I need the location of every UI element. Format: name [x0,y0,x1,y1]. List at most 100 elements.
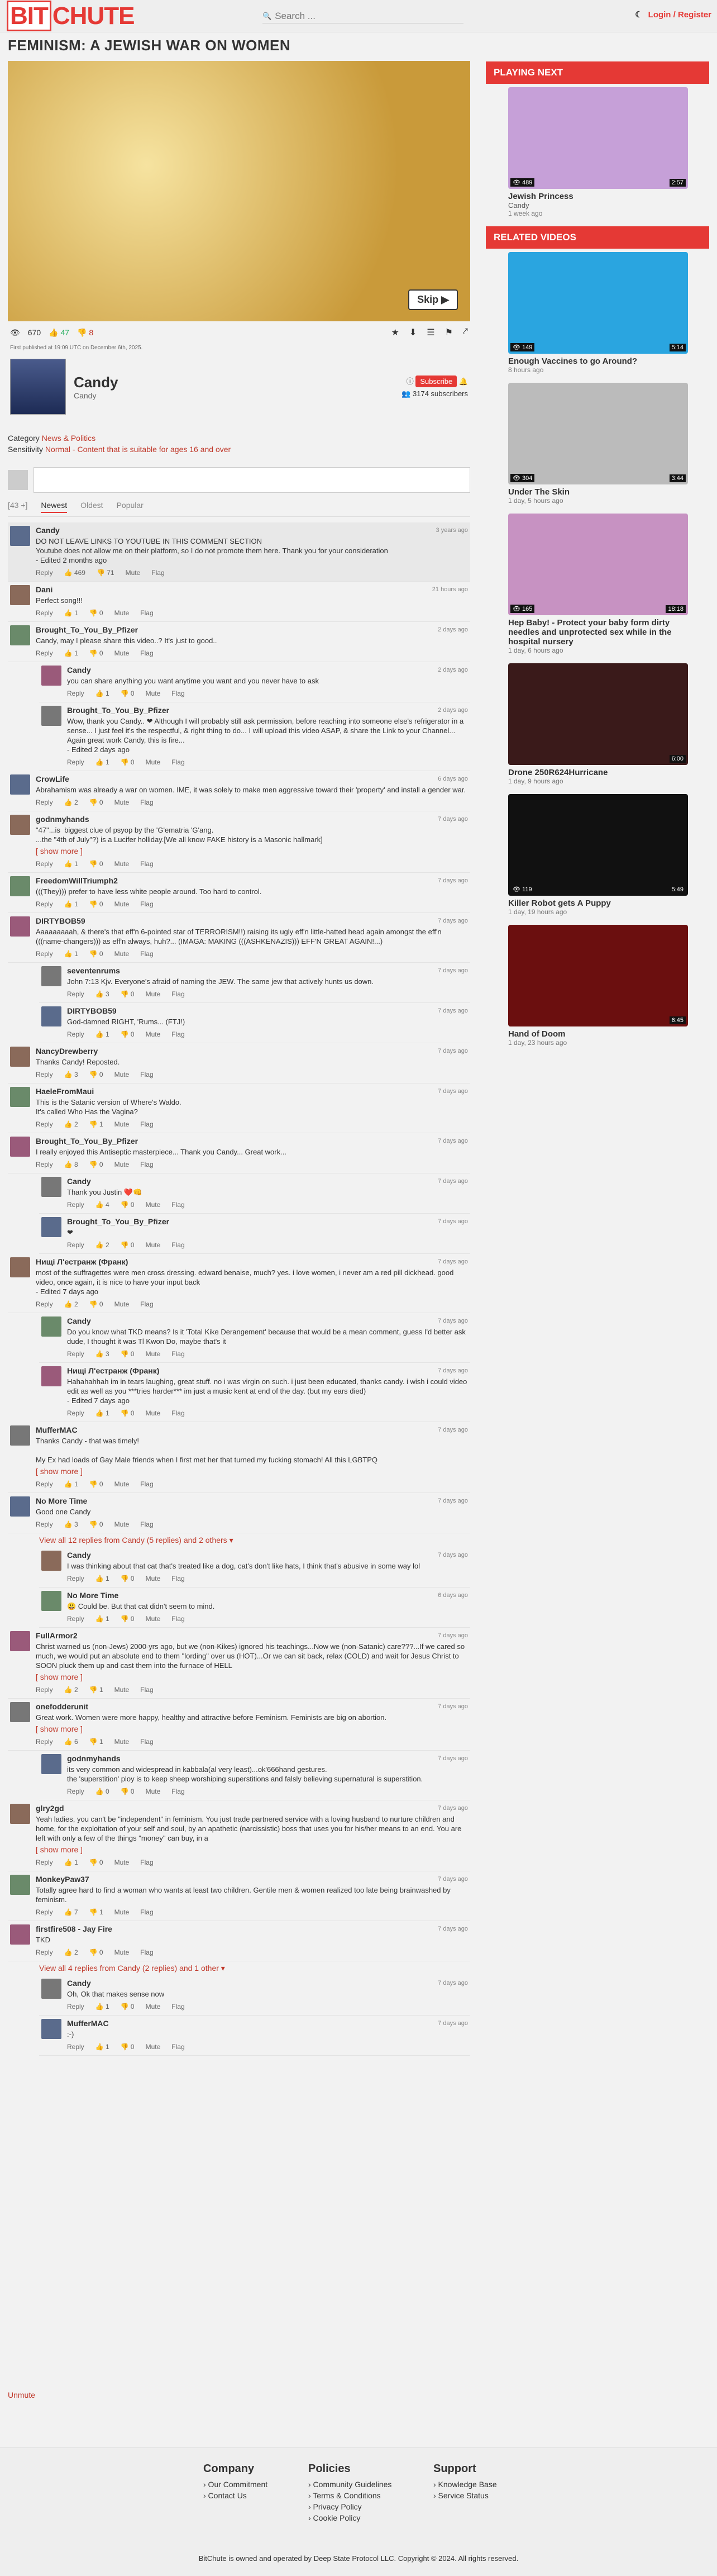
mute-button[interactable]: Mute [114,1120,130,1129]
comment[interactable]: MufferMAC 7 days ago:-) Reply 👍 1 👎 0 Mute Fla… [39,2016,470,2056]
comment[interactable]: FullArmor2 7 days ago Christ warned us (no… [8,1628,470,1699]
commenter-name[interactable]: Candy [67,1316,91,1326]
commenter-name[interactable]: Candy [67,1177,91,1186]
moon-icon[interactable]: ☾ [635,9,642,20]
downvote-button[interactable]: 👎 0 [89,1300,103,1309]
upvote-button[interactable]: 👍 1 [95,2002,109,2012]
share-icon[interactable]: ⤤ [463,327,468,338]
video-thumbnail[interactable]: 👁 149 5:14 [508,252,688,354]
downvote-button[interactable]: 👎 0 [89,1160,103,1170]
mute-button[interactable]: Mute [114,798,130,807]
flag-button[interactable]: Flag [171,1614,184,1624]
commenter-avatar[interactable] [10,1804,30,1824]
view-all-replies-link[interactable]: View all 4 replies from Candy (2 replies… [39,1964,470,1973]
downvote-button[interactable]: 👎 0 [121,1349,135,1359]
flag-button[interactable]: Flag [140,1520,153,1529]
comment-input[interactable] [34,467,470,493]
sort-popular[interactable]: Popular [117,501,144,513]
commenter-name[interactable]: firstfire508 - Jay Fire [36,1924,112,1934]
downvote-button[interactable]: 👎 0 [121,1409,135,1418]
upvote-button[interactable]: 👍 7 [64,1908,78,1917]
mute-button[interactable]: Mute [146,758,161,767]
downvote-button[interactable]: 👎 0 [121,1241,135,1250]
video-title[interactable]: Killer Robot gets A Puppy [508,899,688,908]
commenter-avatar[interactable] [10,1702,30,1722]
commenter-name[interactable]: godnmyhands [67,1754,121,1764]
commenter-name[interactable]: CrowLife [36,774,69,784]
downvote-button[interactable]: 👎 0 [121,990,135,999]
flag-button[interactable]: Flag [140,1858,153,1867]
favorite-icon[interactable]: ★ [391,327,399,338]
commenter-name[interactable]: HaeleFromMaui [36,1087,94,1096]
view-all-replies-link[interactable]: View all 12 replies from Candy (5 replie… [39,1536,470,1545]
upvote-button[interactable]: 👍 3 [95,990,109,999]
commenter-name[interactable]: Brought_To_You_By_Pfizer [36,625,138,635]
video-title[interactable]: Hand of Doom [508,1029,688,1039]
flag-button[interactable]: Flag [171,1030,184,1039]
mute-button[interactable]: Mute [114,949,130,959]
flag-button[interactable]: Flag [171,1349,184,1359]
upvote-button[interactable]: 👍 1 [64,859,78,869]
commenter-name[interactable]: DIRTYBOB59 [36,916,85,926]
commenter-name[interactable]: NancyDrewberry [36,1047,98,1056]
video-thumbnail[interactable]: 👁 489 2:57 [508,87,688,189]
reply-button[interactable]: Reply [36,1858,53,1867]
sort-newest[interactable]: Newest [41,501,68,513]
upvote-button[interactable]: 👍 1 [64,649,78,658]
mute-button[interactable]: Mute [146,1787,161,1796]
mute-button[interactable]: Mute [146,1614,161,1624]
sort-oldest[interactable]: Oldest [80,501,103,513]
upvote-button[interactable]: 👍 6 [64,1737,78,1747]
comment[interactable]: Нищі Л'естранж (Франк) 7 days ago most of … [8,1254,470,1313]
commenter-name[interactable]: No More Time [67,1591,118,1600]
commenter-avatar[interactable] [41,1979,61,1999]
reply-button[interactable]: Reply [36,649,53,658]
commenter-avatar[interactable] [10,526,30,546]
mute-button[interactable]: Mute [114,1737,130,1747]
commenter-avatar[interactable] [41,1591,61,1611]
flag-button[interactable]: Flag [140,1948,153,1957]
mute-button[interactable]: Mute [146,1030,161,1039]
flag-button[interactable]: Flag [171,990,184,999]
footer-link[interactable]: › Service Status [433,2490,497,2501]
mute-button[interactable]: Mute [114,1300,130,1309]
downvote-button[interactable]: 👎 0 [89,609,103,618]
flag-button[interactable]: Flag [151,568,164,578]
video-card[interactable]: 👁 149 5:14 Enough Vaccines to go Around? 8 … [508,252,688,374]
download-icon[interactable]: ⬇ [409,327,417,338]
downvote-button[interactable]: 👎 0 [89,900,103,909]
upvote-button[interactable]: 👍 0 [95,1787,109,1796]
reply-button[interactable]: Reply [67,1349,84,1359]
flag-button[interactable]: Flag [171,1574,184,1584]
mute-button[interactable]: Mute [146,1241,161,1250]
commenter-avatar[interactable] [41,966,61,986]
comment[interactable]: Нищі Л'естранж (Франк) 7 days ago Hahahahh… [39,1363,470,1422]
commenter-avatar[interactable] [10,1924,30,1945]
comment[interactable]: No More Time 6 days ago 😃 Could be. But th… [39,1588,470,1628]
reply-button[interactable]: Reply [36,1737,53,1747]
comment[interactable]: Candy 7 days ago Do you know what TKD mean… [39,1313,470,1363]
mute-button[interactable]: Mute [114,1160,130,1170]
commenter-name[interactable]: onefodderunit [36,1702,88,1712]
flag-button[interactable]: Flag [140,1685,153,1695]
flag-button[interactable]: Flag [171,1787,184,1796]
search-icon[interactable]: 🔍 [262,12,271,21]
commenter-name[interactable]: MufferMAC [67,2019,109,2028]
commenter-name[interactable]: Brought_To_You_By_Pfizer [36,1137,138,1146]
reply-button[interactable]: Reply [67,758,84,767]
video-thumbnail[interactable]: 👁 119 5:49 [508,794,688,896]
channel-owner[interactable]: Candy [74,391,118,400]
commenter-name[interactable]: Brought_To_You_By_Pfizer [67,706,169,715]
commenter-avatar[interactable] [10,585,30,605]
commenter-avatar[interactable] [10,1047,30,1067]
mute-button[interactable]: Mute [114,1070,130,1080]
upvote-button[interactable]: 👍 1 [95,1409,109,1418]
video-title[interactable]: Drone 250R624Hurricane [508,768,688,777]
commenter-name[interactable]: MufferMAC [36,1425,78,1435]
comment[interactable]: HaeleFromMaui 7 days ago This is the Satan… [8,1083,470,1133]
category-link[interactable]: News & Politics [42,434,95,443]
comment[interactable]: MufferMAC 7 days ago Thanks Candy - that w… [8,1422,470,1493]
downvote-button[interactable]: 👎 1 [89,1120,103,1129]
upvote-button[interactable]: 👍 4 [95,1200,109,1210]
flag-button[interactable]: Flag [171,2002,184,2012]
